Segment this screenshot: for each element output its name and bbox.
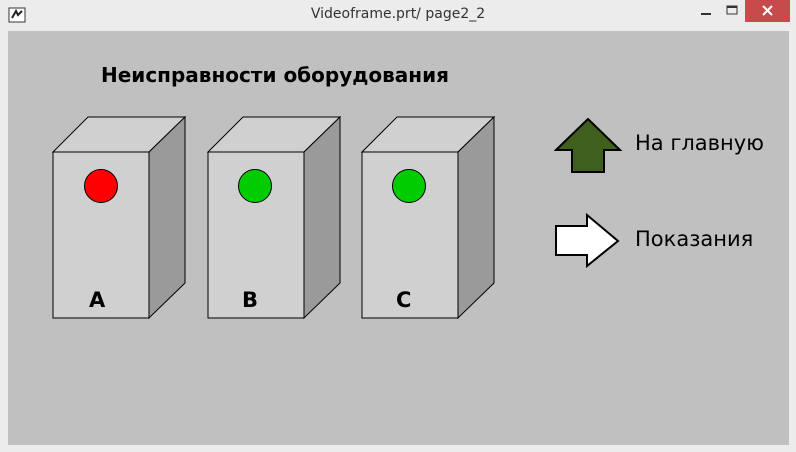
cabinet-label: A (89, 288, 106, 312)
minimize-button[interactable] (693, 0, 719, 22)
app-window: Videoframe.prt/ page2_2 Неисправности об… (0, 0, 796, 452)
cabinet-shape (206, 115, 342, 320)
status-lamp (84, 169, 118, 203)
readings-button[interactable]: Показания (554, 211, 784, 271)
cabinet-label: B (242, 288, 259, 312)
title-bar[interactable]: Videoframe.prt/ page2_2 (0, 0, 796, 31)
cabinet-shape (51, 115, 187, 320)
right-arrow-icon (555, 212, 620, 269)
cabinet-shape (360, 115, 496, 320)
display-area: Неисправности оборудования A B C На глав… (8, 31, 789, 445)
cabinet-label: C (396, 288, 412, 312)
cabinet-c[interactable]: C (360, 115, 496, 321)
page-title: Неисправности оборудования (101, 63, 449, 87)
status-lamp (238, 169, 272, 203)
window-title: Videoframe.prt/ page2_2 (310, 6, 486, 22)
home-button[interactable]: На главную (554, 116, 784, 176)
maximize-button[interactable] (719, 0, 745, 22)
cabinet-a[interactable]: A (51, 115, 187, 321)
home-label: На главную (635, 131, 764, 155)
readings-label: Показания (635, 227, 754, 251)
close-button[interactable] (745, 0, 790, 22)
status-lamp (392, 169, 426, 203)
up-arrow-icon (554, 117, 623, 173)
cabinet-b[interactable]: B (206, 115, 342, 321)
